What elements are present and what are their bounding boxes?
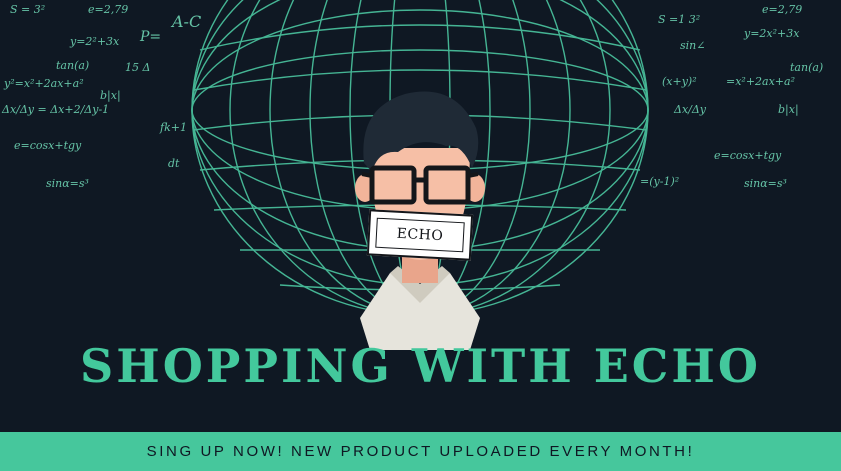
formula: y²=x²+2ax+a² <box>4 77 84 90</box>
formula: S =1 3² <box>658 13 701 26</box>
formula: sinα=s³ <box>46 177 89 190</box>
formula: e=cosx+tgy <box>714 149 782 162</box>
shopping-banner: S = 3² e=2,79 P= A-C y=2²+3x tan(a) 15 Δ… <box>0 0 841 471</box>
formula: b|x| <box>778 103 799 116</box>
formula: =x²+2ax+a² <box>726 75 795 88</box>
formula: Δx/Δy = Δx+2/Δy-1 <box>2 103 110 116</box>
echo-mask-label: ECHO <box>366 209 474 261</box>
page-title: SHOPPING WITH ECHO <box>80 339 761 393</box>
formula: tan(a) <box>56 59 90 72</box>
formula: tan(a) <box>790 61 824 74</box>
formula: e=2,79 <box>762 3 803 16</box>
formula: Δx/Δy <box>674 103 707 116</box>
formula: P= <box>140 29 162 45</box>
math-formulas-right: S =1 3² e=2,79 y=2x²+3x sin∠ tan(a) (x+y… <box>640 0 841 200</box>
formula: e=cosx+tgy <box>14 139 82 152</box>
formula: dt <box>168 157 180 170</box>
formula: e=2,79 <box>88 3 129 16</box>
signup-cta-text[interactable]: SING UP NOW! NEW PRODUCT UPLOADED EVERY … <box>147 443 695 460</box>
formula: S = 3² <box>10 3 46 16</box>
formula: y=2x²+3x <box>744 27 800 40</box>
formula: y=2²+3x <box>70 35 120 48</box>
echo-mask-text: ECHO <box>375 217 465 253</box>
formula: (x+y)² <box>662 75 697 88</box>
formula: b|x| <box>100 89 121 102</box>
formula: sin∠ <box>680 39 706 52</box>
formula: 15 Δ <box>125 61 151 74</box>
signup-cta-bar[interactable]: SING UP NOW! NEW PRODUCT UPLOADED EVERY … <box>0 432 841 471</box>
formula: sinα=s³ <box>744 177 787 190</box>
